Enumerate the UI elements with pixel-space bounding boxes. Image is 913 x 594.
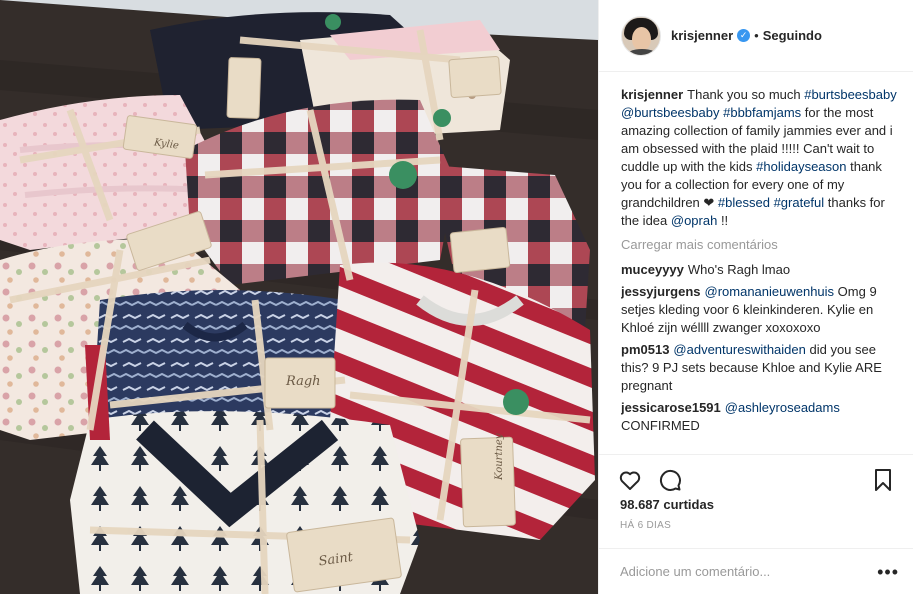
hashtag-link[interactable]: #bbbfamjams bbox=[723, 105, 801, 120]
pajamas-photo: Ragh Saint Kylie Kourtney bbox=[0, 0, 598, 594]
caption-username[interactable]: krisjenner bbox=[621, 87, 683, 102]
add-comment-bar: ••• bbox=[598, 548, 913, 594]
mention-link[interactable]: @adventureswithaiden bbox=[673, 342, 805, 357]
hashtag-link[interactable]: #holidayseason bbox=[756, 159, 846, 174]
comment-username[interactable]: jessyjurgens bbox=[621, 284, 701, 299]
bookmark-icon[interactable] bbox=[869, 466, 897, 494]
avatar[interactable] bbox=[621, 15, 661, 56]
verified-icon: ✓ bbox=[737, 29, 751, 42]
follow-button[interactable]: Seguindo bbox=[763, 28, 822, 43]
post-header: krisjenner ✓ • Seguindo bbox=[599, 0, 913, 72]
caption-text: !! bbox=[717, 213, 729, 228]
post-timestamp[interactable]: Há 6 dias bbox=[598, 520, 913, 531]
post-photo[interactable]: Ragh Saint Kylie Kourtney bbox=[0, 0, 598, 594]
post-username[interactable]: krisjenner bbox=[671, 28, 733, 43]
mention-link[interactable]: @romananieuwenhuis bbox=[705, 284, 835, 299]
heart-icon[interactable] bbox=[616, 466, 644, 494]
hashtag-link[interactable]: #grateful bbox=[774, 195, 825, 210]
mention-link[interactable]: @burtsbeesbaby bbox=[621, 105, 719, 120]
load-more-comments-button[interactable]: Carregar mais comentários bbox=[621, 236, 898, 254]
comment-username[interactable]: pm0513 bbox=[621, 342, 669, 357]
caption-text: Thank you so much bbox=[687, 87, 805, 102]
hashtag-link[interactable]: #blessed bbox=[718, 195, 770, 210]
hashtag-link[interactable]: #burtsbeesbaby bbox=[804, 87, 897, 102]
comments-list[interactable]: krisjenner Thank you so much #burtsbeesba… bbox=[621, 86, 898, 454]
likes-count[interactable]: 98.687 curtidas bbox=[598, 497, 913, 512]
comment-icon[interactable] bbox=[656, 466, 684, 494]
mention-link[interactable]: @oprah bbox=[671, 213, 717, 228]
comment-item: muceyyyy Who's Ragh lmao bbox=[621, 261, 898, 279]
more-icon[interactable]: ••• bbox=[877, 563, 899, 581]
post-actions: 98.687 curtidas Há 6 dias bbox=[598, 454, 913, 554]
comment-text: Who's Ragh lmao bbox=[687, 262, 791, 277]
tag-ragh: Ragh bbox=[285, 374, 321, 389]
comment-username[interactable]: jessicarose1591 bbox=[621, 400, 721, 415]
comment-item: jessyjurgens @romananieuwenhuis Omg 9 set… bbox=[621, 283, 898, 337]
caption: krisjenner Thank you so much #burtsbeesba… bbox=[621, 86, 898, 230]
comment-input[interactable] bbox=[620, 564, 878, 579]
comment-item: jessicarose1591 @ashleyroseadams CONFIRME… bbox=[621, 399, 898, 435]
tag-kourtney: Kourtney bbox=[494, 433, 505, 481]
comment-username[interactable]: muceyyyy bbox=[621, 262, 684, 277]
separator-dot: • bbox=[754, 28, 759, 43]
comment-text: CONFIRMED bbox=[621, 418, 700, 433]
mention-link[interactable]: @ashleyroseadams bbox=[725, 400, 840, 415]
action-icons bbox=[598, 455, 913, 497]
comment-item: pm0513 @adventureswithaiden did you see t… bbox=[621, 341, 898, 395]
